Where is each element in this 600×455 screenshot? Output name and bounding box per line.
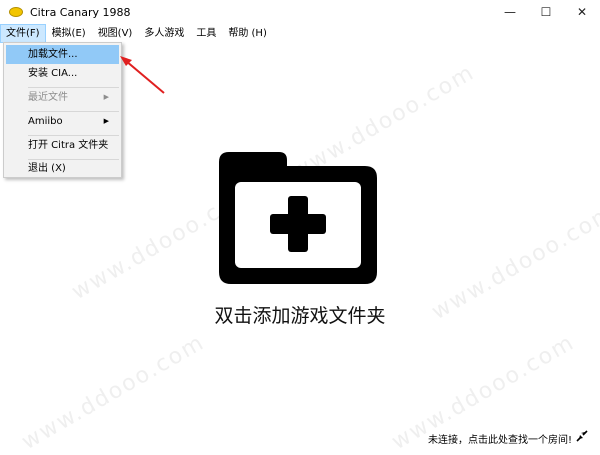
menu-bar: 文件(F) 模拟(E) 视图(V) 多人游戏 工具 帮助 (H) xyxy=(0,24,600,43)
window-title: Citra Canary 1988 xyxy=(30,5,131,19)
title-bar[interactable]: Citra Canary 1988 — ☐ ✕ xyxy=(0,0,600,24)
submenu-arrow-icon: ▶ xyxy=(103,117,109,125)
menu-multiplayer[interactable]: 多人游戏 xyxy=(138,24,190,43)
maximize-icon: ☐ xyxy=(540,5,552,19)
menu-view[interactable]: 视图(V) xyxy=(92,24,139,43)
network-disconnected-icon[interactable] xyxy=(576,430,588,442)
menu-item-label: 退出 (X) xyxy=(28,163,66,174)
menu-item-label: 加载文件... xyxy=(28,49,78,60)
citra-app-icon xyxy=(9,7,23,17)
submenu-arrow-icon: ▶ xyxy=(103,93,109,101)
watermark: www.ddooo.com xyxy=(427,199,600,326)
menu-item-amiibo[interactable]: Amiibo ▶ xyxy=(6,112,119,131)
status-bar: 未连接，点击此处查找一个房间! xyxy=(0,426,600,449)
menu-item-recent-files: 最近文件 ▶ xyxy=(6,88,119,107)
menu-emulation[interactable]: 模拟(E) xyxy=(46,24,92,43)
menu-item-load-file[interactable]: 加载文件... xyxy=(6,45,119,64)
menu-item-exit[interactable]: 退出 (X) xyxy=(6,159,119,178)
menu-item-label: 打开 Citra 文件夹 xyxy=(28,140,109,151)
minimize-button[interactable]: — xyxy=(492,0,528,24)
menu-item-label: Amiibo xyxy=(28,116,63,127)
menu-file[interactable]: 文件(F) xyxy=(0,24,46,43)
menu-item-label: 最近文件 xyxy=(28,92,68,103)
menu-item-open-citra-folder[interactable]: 打开 Citra 文件夹 xyxy=(6,136,119,155)
menu-item-install-cia[interactable]: 安装 CIA... xyxy=(6,64,119,83)
menu-tools[interactable]: 工具 xyxy=(190,24,222,43)
maximize-button[interactable]: ☐ xyxy=(528,0,564,24)
network-status-text[interactable]: 未连接，点击此处查找一个房间! xyxy=(428,431,572,446)
file-dropdown-menu: 加载文件... 安装 CIA... 最近文件 ▶ Amiibo ▶ 打开 Cit… xyxy=(3,42,122,178)
minimize-icon: — xyxy=(504,5,516,19)
add-folder-icon[interactable] xyxy=(217,152,379,286)
annotation-arrow-icon xyxy=(120,56,165,94)
close-button[interactable]: ✕ xyxy=(564,0,600,24)
add-game-folder-hint: 双击添加游戏文件夹 xyxy=(214,305,386,327)
close-icon: ✕ xyxy=(576,5,588,19)
menu-help[interactable]: 帮助 (H) xyxy=(222,24,273,43)
window-controls: — ☐ ✕ xyxy=(492,0,600,24)
menu-item-label: 安装 CIA... xyxy=(28,68,78,79)
